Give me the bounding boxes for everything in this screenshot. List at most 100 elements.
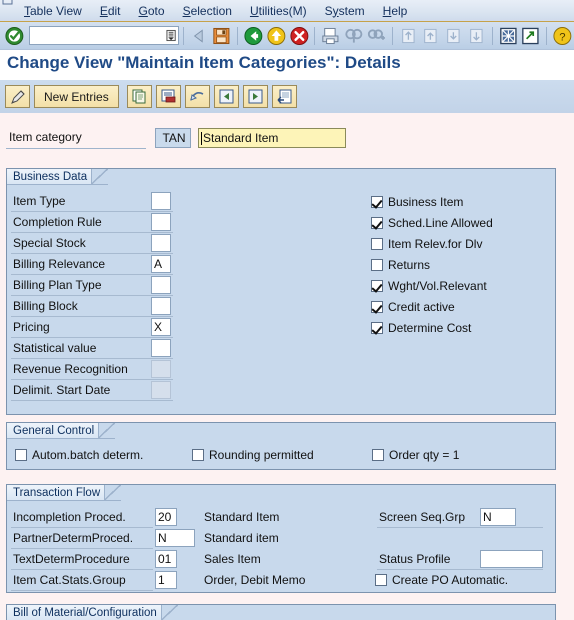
field-value: 20 xyxy=(158,510,172,524)
find-next-icon[interactable] xyxy=(366,25,387,47)
previous-page-icon[interactable] xyxy=(420,25,441,47)
next-page-icon[interactable] xyxy=(443,25,464,47)
field-input[interactable] xyxy=(151,297,171,315)
exit-yellow-icon[interactable] xyxy=(266,25,287,47)
command-input[interactable] xyxy=(29,28,166,43)
item-category-description-field[interactable]: Standard Item xyxy=(198,128,346,148)
field-underline xyxy=(11,337,173,338)
command-field[interactable] xyxy=(28,26,179,45)
checkbox-checked-icon[interactable] xyxy=(371,217,383,229)
new-entries-label: New Entries xyxy=(44,89,109,104)
field-label: Special Stock xyxy=(13,236,86,250)
field-value: N xyxy=(158,531,167,545)
checkbox-checked-icon[interactable] xyxy=(371,196,383,208)
checkbox-row[interactable]: Determine Cost xyxy=(371,321,471,335)
field-underline xyxy=(377,527,543,528)
checkbox-row[interactable]: Create PO Automatic. xyxy=(375,573,508,587)
field-input[interactable] xyxy=(480,550,543,568)
checkbox-row[interactable]: Wght/Vol.Relevant xyxy=(371,279,487,293)
field-label: Revenue Recognition xyxy=(13,362,128,376)
field-input[interactable] xyxy=(151,192,171,210)
copy-as-button[interactable] xyxy=(126,85,152,108)
last-page-icon[interactable] xyxy=(466,25,487,47)
checkbox-unchecked-icon[interactable] xyxy=(372,449,384,461)
field-input[interactable]: 20 xyxy=(155,508,177,526)
page-title: Change View "Maintain Item Categories": … xyxy=(7,53,401,72)
item-category-description-value: Standard Item xyxy=(203,131,279,145)
checkbox-row[interactable]: Autom.batch determ. xyxy=(15,448,143,462)
checkbox-row[interactable]: Item Relev.for Dlv xyxy=(371,237,482,251)
command-dropdown-icon[interactable] xyxy=(166,29,176,42)
field-input[interactable]: N xyxy=(155,529,195,547)
menu-label-edit: dit xyxy=(107,3,121,18)
field-value: N xyxy=(483,510,492,524)
new-entries-button[interactable]: New Entries xyxy=(34,85,119,108)
menu-label-system-pre: S xyxy=(324,3,333,18)
checkbox-row[interactable]: Sched.Line Allowed xyxy=(371,216,493,230)
field-underline xyxy=(11,295,173,296)
checkbox-checked-icon[interactable] xyxy=(371,322,383,334)
field-label: Incompletion Proced. xyxy=(13,510,126,524)
display-change-button[interactable] xyxy=(5,85,30,108)
checkbox-unchecked-icon[interactable] xyxy=(15,449,27,461)
menu-bar: Table View Edit Goto Selection Utilities… xyxy=(0,0,574,22)
toolbar-separator xyxy=(391,26,393,45)
field-input[interactable]: X xyxy=(151,318,171,336)
field-underline xyxy=(11,590,153,591)
menu-accel-goto: G xyxy=(138,3,148,18)
item-category-key-field[interactable]: TAN xyxy=(155,128,191,148)
checkbox-unchecked-icon[interactable] xyxy=(371,238,383,250)
create-shortcut-icon[interactable] xyxy=(520,25,541,47)
menu-item-system[interactable]: System xyxy=(316,1,374,21)
field-input[interactable] xyxy=(151,213,171,231)
checkbox-unchecked-icon[interactable] xyxy=(371,259,383,271)
other-entry-button[interactable] xyxy=(271,85,297,108)
field-input[interactable]: 01 xyxy=(155,550,177,568)
delete-button[interactable] xyxy=(155,85,181,108)
checkbox-unchecked-icon[interactable] xyxy=(375,574,387,586)
checkbox-row[interactable]: Order qty = 1 xyxy=(372,448,459,462)
enter-checkmark-icon[interactable] xyxy=(4,25,25,47)
menu-item-selection[interactable]: Selection xyxy=(174,1,241,21)
print-icon[interactable] xyxy=(320,25,341,47)
find-icon[interactable] xyxy=(343,25,364,47)
menu-item-edit[interactable]: Edit xyxy=(91,1,130,21)
previous-entry-button[interactable] xyxy=(213,85,239,108)
help-icon[interactable]: ? xyxy=(552,25,573,47)
field-label: PartnerDetermProced. xyxy=(13,531,134,545)
business-data-section-header: Business Data xyxy=(7,169,93,185)
checkbox-row[interactable]: Credit active xyxy=(371,300,455,314)
menu-item-utilities[interactable]: Utilities(M) xyxy=(241,1,316,21)
new-session-icon[interactable] xyxy=(498,25,519,47)
transaction-flow-panel: Transaction Flow Incompletion Proced. 20 S… xyxy=(6,484,556,593)
checkbox-row[interactable]: Business Item xyxy=(371,195,463,209)
field-input[interactable]: N xyxy=(480,508,516,526)
checkbox-checked-icon[interactable] xyxy=(371,280,383,292)
next-entry-icon xyxy=(248,89,263,104)
item-category-key-value: TAN xyxy=(162,131,186,145)
field-underline xyxy=(11,232,173,233)
back-green-icon[interactable] xyxy=(243,25,264,47)
bom-section-header: Bill of Material/Configuration xyxy=(7,605,162,620)
checkbox-row[interactable]: Rounding permitted xyxy=(192,448,314,462)
field-input[interactable] xyxy=(151,339,171,357)
toolbar-separator xyxy=(546,26,548,45)
bom-configuration-panel: Bill of Material/Configuration xyxy=(6,604,556,620)
checkbox-checked-icon[interactable] xyxy=(371,301,383,313)
menu-item-help[interactable]: Help xyxy=(374,1,417,21)
save-icon[interactable] xyxy=(211,25,232,47)
field-input[interactable] xyxy=(151,234,171,252)
first-page-icon[interactable] xyxy=(398,25,419,47)
undo-button[interactable] xyxy=(184,85,210,108)
field-input[interactable]: 1 xyxy=(155,571,177,589)
toolbar-separator xyxy=(182,26,184,45)
field-input[interactable] xyxy=(151,276,171,294)
menu-item-goto[interactable]: Goto xyxy=(130,1,174,21)
menu-item-table-view[interactable]: Table View xyxy=(15,1,91,21)
back-arrow-icon[interactable] xyxy=(189,25,210,47)
next-entry-button[interactable] xyxy=(242,85,268,108)
checkbox-unchecked-icon[interactable] xyxy=(192,449,204,461)
field-input[interactable]: A xyxy=(151,255,171,273)
checkbox-row[interactable]: Returns xyxy=(371,258,430,272)
cancel-red-icon[interactable] xyxy=(289,25,310,47)
